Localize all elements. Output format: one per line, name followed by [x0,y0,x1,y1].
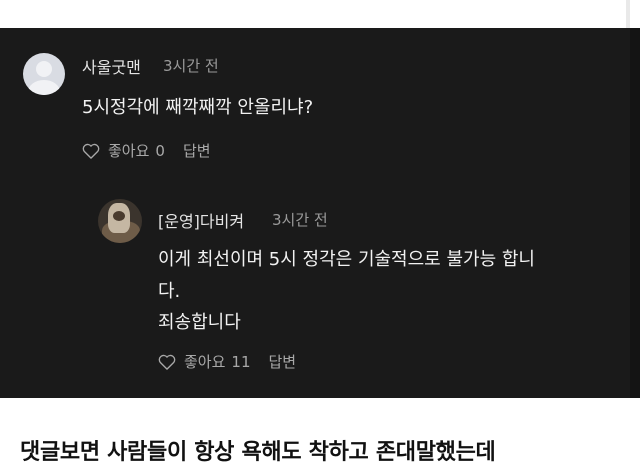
like-label[interactable]: 좋아요 [184,351,225,372]
reply-button[interactable]: 답변 [269,351,297,372]
top-strip [0,0,640,28]
reply-text-line: 다. [158,281,181,302]
reply-text-line: 죄송합니다 [158,312,241,333]
reply-avatar[interactable] [98,199,142,243]
reply-text-line: 이게 최선이며 5시 정각은 기술적으로 불가능 합니 [158,249,535,270]
comment-time: 3시간 전 [163,57,219,75]
comment-text: 5시정각에 째깍째깍 안올리냐? [82,97,314,118]
caption-text: 댓글보면 사람들이 항상 욕해도 착하고 존대말했는데 [20,440,496,465]
reply-actions: 좋아요 11 답변 [158,351,296,372]
reply-time: 3시간 전 [272,211,328,229]
comment-author[interactable]: 사울굿맨 [82,54,141,78]
avatar-head-shape [36,61,52,77]
scrollbar-edge [626,0,630,28]
panel-right-edge [630,28,640,398]
like-count: 0 [155,141,165,160]
like-label[interactable]: 좋아요 [108,140,149,161]
heart-outline-icon[interactable] [158,354,176,370]
reply-button[interactable]: 답변 [183,140,211,161]
heart-outline-icon[interactable] [82,143,100,159]
comment-avatar-icon[interactable] [23,53,65,95]
avatar-photo-shape [113,211,125,221]
like-count: 11 [231,352,251,371]
reply-author[interactable]: [운영]다비켜 [158,208,244,232]
avatar-body-shape [28,80,60,95]
comment-actions: 좋아요 0 답변 [82,140,211,161]
